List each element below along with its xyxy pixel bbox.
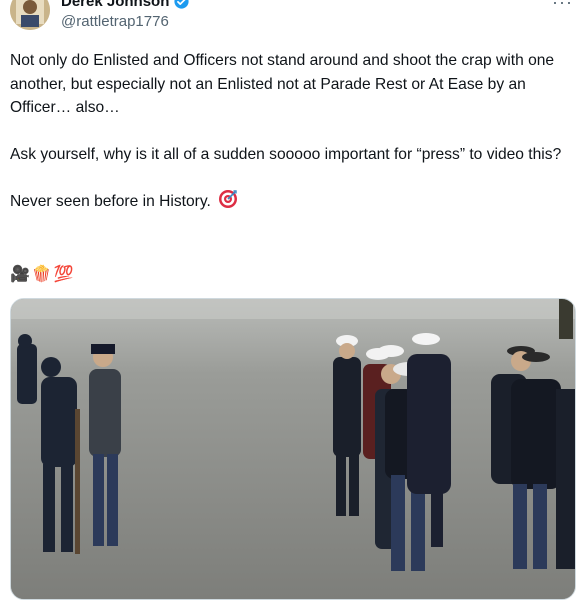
tweet-text: Not only do Enlisted and Officers not st…: [10, 49, 572, 214]
popcorn-emoji: 🍿: [31, 266, 52, 283]
more-options-icon[interactable]: ···: [552, 0, 573, 13]
video-frame: [11, 299, 575, 599]
avatar[interactable]: [10, 0, 50, 30]
user-handle[interactable]: @rattletrap1776: [61, 13, 169, 30]
tweet-header: Derek Johnson @rattletrap1776 ···: [0, 0, 579, 40]
hundred-points-emoji: 💯: [53, 266, 74, 283]
tweet-paragraph: Not only do Enlisted and Officers not st…: [10, 52, 555, 116]
emoji-line: 🎥 🍿 💯: [10, 264, 74, 284]
tweet-paragraph-last: Never seen before in History.: [10, 189, 572, 214]
target-emoji-icon: [219, 190, 238, 208]
display-name[interactable]: Derek Johnson: [61, 0, 169, 10]
verified-badge-icon: [174, 0, 189, 9]
video-media[interactable]: [10, 298, 576, 600]
tweet-paragraph-text: Never seen before in History.: [10, 193, 211, 210]
tweet-paragraph: Ask yourself, why is it all of a sudden …: [10, 145, 562, 163]
movie-camera-emoji: 🎥: [10, 266, 30, 283]
